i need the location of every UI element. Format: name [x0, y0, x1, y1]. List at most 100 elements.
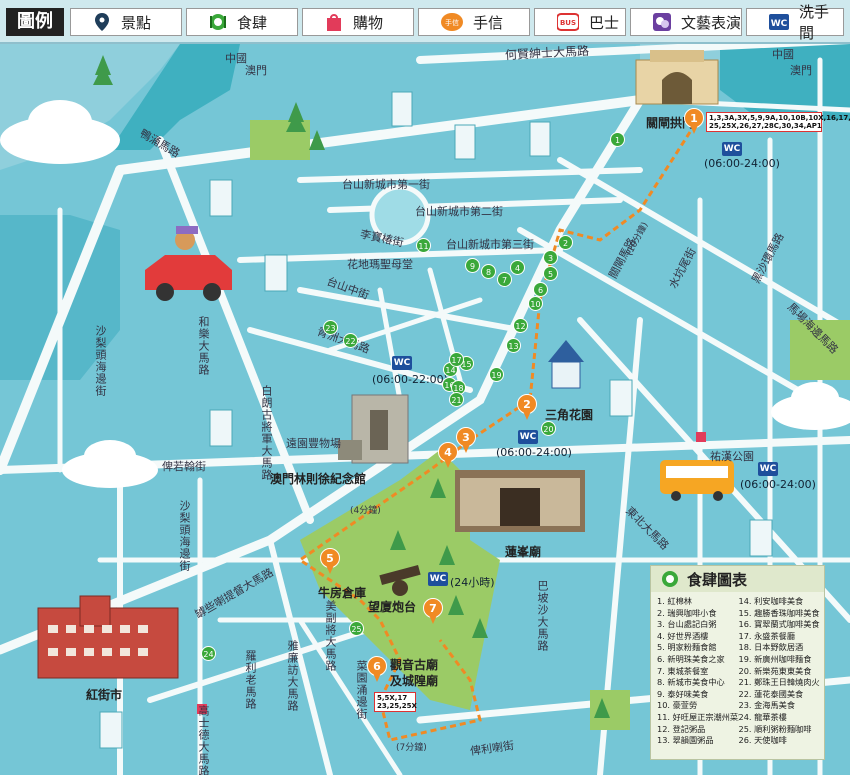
food-pin-13[interactable]: 13: [506, 338, 521, 353]
attraction-pin-1[interactable]: 1: [684, 108, 704, 134]
food-list-title: 食肆圖表: [687, 570, 748, 589]
street-label: 台山新城市第二街: [415, 205, 503, 218]
food-list-item: 13. 翠韻園粥品: [657, 735, 714, 746]
legend-label: 食肆: [237, 13, 268, 32]
place-red-market: 紅街市: [86, 688, 123, 702]
legend-label: 巴士: [589, 13, 620, 32]
street-label: 台山新城市第三街: [446, 238, 534, 251]
theatre-masks-icon: [653, 13, 671, 31]
place-lin-museum: 澳門林則徐紀念館: [270, 472, 367, 486]
bus-routes-guanyin: 5,5X,17 23,25,25X: [374, 692, 417, 712]
street-label: 花地瑪聖母堂: [347, 258, 413, 271]
food-pin-10[interactable]: 10: [528, 296, 543, 311]
street-label: 高士德大馬路: [197, 705, 210, 775]
food-list-item: 23. 金海馬美食: [738, 700, 796, 711]
attraction-pin-4[interactable]: 4: [438, 442, 458, 468]
food-list-item: 8. 新城市美食中心: [657, 677, 725, 688]
food-list-item: 11. 好旺屋正宗潮州菜館: [657, 711, 739, 722]
street-label: 中國: [225, 52, 247, 65]
food-pin-19[interactable]: 19: [489, 367, 504, 382]
food-list-item: 21. 鄭珠王日韓燒肉火鍋: [738, 677, 821, 688]
legend-label: 手信: [473, 13, 504, 32]
attraction-pin-3[interactable]: 3: [456, 427, 476, 453]
legend-item-attraction: 景點: [70, 8, 182, 36]
food-pin-6[interactable]: 6: [533, 282, 548, 297]
street-label: 沙梨頭海邊街: [178, 500, 191, 572]
street-label: 澳門: [790, 64, 812, 77]
bus-routes-line: 23,25,25X: [377, 702, 417, 710]
food-pin-12[interactable]: 12: [513, 318, 528, 333]
street-label: 沙梨頭海邊街: [94, 325, 107, 397]
legend-item-bus: BUS 巴士: [534, 8, 626, 36]
legend-label: 洗手間: [799, 3, 830, 42]
food-list-item: 1. 紅棉林: [657, 596, 692, 606]
attraction-pin-7[interactable]: 7: [423, 598, 443, 624]
attraction-pin-2[interactable]: 2: [517, 394, 537, 420]
street-label: 羅利老馬路: [244, 650, 257, 710]
lotus-temple-landmark: [455, 470, 585, 532]
food-list-item: 15. 趣勝香珠咖啡美食: [738, 607, 820, 618]
food-list-item: 24. 龍華茶樓: [738, 711, 787, 722]
park-bottom: [590, 690, 630, 730]
food-pin-3[interactable]: 3: [543, 250, 558, 265]
food-pin-11[interactable]: 11: [416, 238, 431, 253]
place-remote-garden: 遠園豐物場: [286, 437, 341, 450]
street-label: 和樂大馬路: [197, 316, 210, 376]
food-list-item: 10. 豪萱勞: [657, 700, 698, 711]
legend-item-wc: WC 洗手間: [746, 3, 844, 42]
attraction-pin-6[interactable]: 6: [367, 656, 387, 682]
food-pin-25[interactable]: 25: [349, 621, 364, 636]
food-pin-7[interactable]: 7: [497, 272, 512, 287]
food-pin-24[interactable]: 24: [201, 646, 216, 661]
street-label: 台山新城市第一街: [342, 178, 430, 191]
food-pin-22[interactable]: 22: [343, 333, 358, 348]
food-list-item: 20. 新樂苑東東美食: [738, 665, 812, 676]
food-list-item: 26. 天使咖啡: [738, 735, 787, 746]
food-list-left-column: 1. 紅棉林 2. 瑞興咖啡小食 3. 台山處記白粥 4. 好世界酒樓 5. 明家粉麵食…: [657, 596, 739, 747]
attraction-pin-5[interactable]: 5: [320, 548, 340, 574]
wc-hours: (06:00-24:00): [704, 157, 780, 170]
food-pin-4[interactable]: 4: [510, 260, 525, 275]
street-label: 澳門: [245, 64, 267, 77]
food-list-item: 2. 瑞興咖啡小食: [657, 607, 717, 618]
food-pin-8[interactable]: 8: [481, 264, 496, 279]
wc-marker-qingzhou: WC: [392, 356, 412, 370]
food-list-item: 22. 蓮花泰國美食: [738, 688, 804, 699]
food-list-item: 9. 泰好味美食: [657, 688, 709, 699]
legend-label: 購物: [353, 13, 384, 32]
legend-item-dining: 食肆: [186, 8, 298, 36]
food-pin-1[interactable]: 1: [610, 132, 625, 147]
food-list-panel: 食肆圖表 1. 紅棉林 2. 瑞興咖啡小食 3. 台山處記白粥 4. 好世界酒樓 5. …: [650, 565, 825, 760]
wc-hours: (24小時): [450, 576, 495, 589]
street-label: 中國: [772, 48, 794, 61]
place-fortress: 望廈炮台: [368, 600, 417, 614]
food-pin-9[interactable]: 9: [465, 258, 480, 273]
legend-label: 景點: [121, 13, 152, 32]
bus-routes-border-gate: 1,3,3A,3X,5,9,9A,10,10B,10X,16,17,25 25,…: [706, 112, 850, 132]
map-canvas: 圖例 景點 食肆 購物 手信 手信 BUS 巴士 文藝表演 WC 洗手間 何賢紳…: [0, 0, 850, 775]
food-list-item: 16. 寶翠蘭式咖啡美食: [738, 619, 820, 630]
food-pin-23[interactable]: 23: [323, 320, 338, 335]
food-list-item: 17. 永盛茶餐廳: [738, 630, 796, 641]
wc-marker-border-gate: WC: [722, 142, 742, 156]
place-triangle-garden: 三角花園: [545, 408, 594, 422]
wc-icon: WC: [769, 13, 789, 31]
food-list-item: 12. 登記粥品: [657, 723, 706, 734]
food-pin-17[interactable]: 17: [449, 352, 464, 367]
bus-routes-line: 1,3,3A,3X,5,9,9A,10,10B,10X,16,17,25: [709, 114, 850, 122]
wc-marker-triangle-garden: WC: [518, 430, 538, 444]
food-list-item: 4. 好世界酒樓: [657, 630, 709, 641]
food-pin-20[interactable]: 20: [541, 421, 556, 436]
street-label: 雅廉訪大馬路: [286, 640, 299, 712]
bus-routes-line: 25,25X,26,27,28C,30,34,AP1: [709, 122, 822, 130]
food-pin-21[interactable]: 21: [449, 392, 464, 407]
food-list-item: 18. 日本野飲居酒: [738, 642, 804, 653]
food-list-item: 5. 明家粉麵食館: [657, 642, 717, 653]
wc-hours: (06:00-22:00): [372, 373, 448, 386]
street-label: 巴坡沙大馬路: [536, 580, 549, 652]
food-pin-5[interactable]: 5: [543, 266, 558, 281]
street-label: 白朗古將軍大馬路: [260, 385, 273, 481]
street-label: 祐漢公園: [710, 450, 754, 463]
food-pin-2[interactable]: 2: [558, 235, 573, 250]
wc-hours: (06:00-24:00): [740, 478, 816, 491]
